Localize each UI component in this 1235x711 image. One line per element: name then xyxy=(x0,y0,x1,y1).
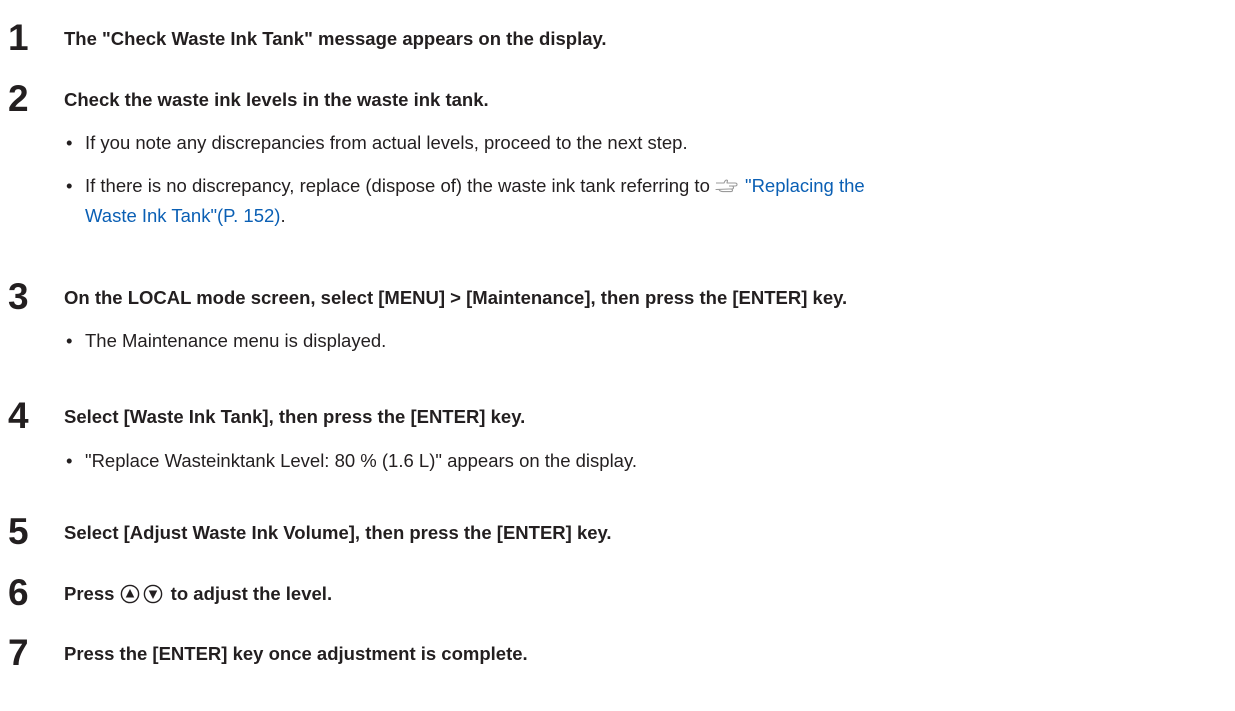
list-item: • If you note any discrepancies from act… xyxy=(64,128,1224,158)
up-arrow-key-icon[interactable] xyxy=(120,584,140,604)
bullet-list: • "Replace Wasteinktank Level: 80 % (1.6… xyxy=(64,446,1224,489)
link-text-line2: Waste Ink Tank"(P. 152) xyxy=(85,205,281,226)
step-instruction: Select [Adjust Waste Ink Volume], then p… xyxy=(64,522,612,543)
list-item: • If there is no discrepancy, replace (d… xyxy=(64,171,1224,231)
bullet-marker: • xyxy=(66,330,73,351)
step-number: 4 xyxy=(8,395,29,436)
step-text-end: to adjust the level. xyxy=(165,583,333,604)
bullet-text: If there is no discrepancy, replace (dis… xyxy=(85,175,715,196)
step-instruction: On the LOCAL mode screen, select [MENU] … xyxy=(64,287,848,308)
down-arrow-key-icon[interactable] xyxy=(143,584,163,604)
step-number: 3 xyxy=(8,276,29,317)
bullet-marker: • xyxy=(66,450,73,471)
bullet-list: • The Maintenance menu is displayed. xyxy=(64,326,1224,369)
bullet-text-end: . xyxy=(280,205,286,226)
bullet-text: "Replace Wasteinktank Level: 80 % (1.6 L… xyxy=(85,450,637,471)
bullet-text: The Maintenance menu is displayed. xyxy=(85,330,387,351)
bullet-text: If you note any discrepancies from actua… xyxy=(85,132,688,153)
step-text-start: Press xyxy=(64,583,120,604)
step-instruction: Press the [ENTER] key once adjustment is… xyxy=(64,643,528,664)
step-instruction: Press to adjust the level. xyxy=(64,583,332,605)
step-number: 5 xyxy=(8,511,29,552)
bullet-marker: • xyxy=(66,132,73,153)
bullet-marker: • xyxy=(66,175,73,196)
bullet-list: • If you note any discrepancies from act… xyxy=(64,128,1224,231)
list-item: • The Maintenance menu is displayed. xyxy=(64,326,1224,356)
link-text-line1: "Replacing the xyxy=(745,175,865,196)
step-instruction: Check the waste ink levels in the waste … xyxy=(64,89,489,110)
list-item: • "Replace Wasteinktank Level: 80 % (1.6… xyxy=(64,446,1224,476)
step-number: 1 xyxy=(8,17,29,58)
step-instruction: Select [Waste Ink Tank], then press the … xyxy=(64,406,526,427)
step-instruction: The "Check Waste Ink Tank" message appea… xyxy=(64,28,607,49)
step-number: 7 xyxy=(8,632,29,673)
step-number: 6 xyxy=(8,572,29,613)
pointing-hand-icon xyxy=(715,179,738,193)
step-number: 2 xyxy=(8,78,29,119)
